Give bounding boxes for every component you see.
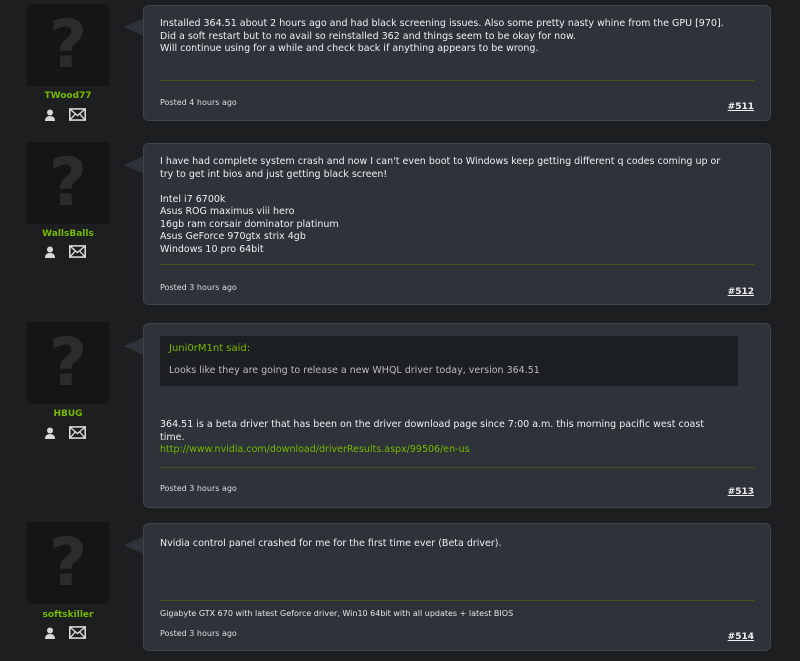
envelope-icon[interactable]	[69, 426, 86, 439]
post-number-link[interactable]: #511	[728, 102, 754, 112]
avatar[interactable]: ?	[27, 142, 109, 224]
driver-link[interactable]: http://www.nvidia.com/download/driverRes…	[160, 444, 754, 457]
user-icon[interactable]	[43, 245, 57, 259]
quote-author[interactable]: Juni0rM1nt said:	[169, 343, 250, 354]
post-bubble: Juni0rM1nt said: Looks like they are goi…	[143, 323, 771, 508]
default-avatar-icon: ?	[48, 524, 88, 601]
post-number-link[interactable]: #514	[728, 632, 754, 642]
username[interactable]: WallsBalls	[27, 229, 109, 239]
avatar[interactable]: ?	[27, 4, 109, 86]
envelope-icon[interactable]	[69, 245, 86, 258]
user-signature: Gigabyte GTX 670 with latest Geforce dri…	[160, 609, 514, 618]
post-bubble: Installed 364.51 about 2 hours ago and h…	[143, 5, 771, 121]
post-message: I have had complete system crash and now…	[160, 156, 721, 255]
posted-time: Posted 3 hours ago	[160, 283, 237, 292]
default-avatar-icon: ?	[48, 6, 88, 83]
envelope-icon[interactable]	[69, 108, 86, 121]
divider	[160, 600, 754, 601]
username[interactable]: TWood77	[27, 91, 109, 101]
user-icon[interactable]	[43, 426, 57, 440]
avatar[interactable]: ?	[27, 522, 109, 604]
default-avatar-icon: ?	[48, 144, 88, 221]
username[interactable]: softskiller	[27, 610, 109, 620]
post-message: Installed 364.51 about 2 hours ago and h…	[160, 18, 724, 54]
username[interactable]: HBUG	[27, 409, 109, 419]
divider	[160, 80, 754, 81]
user-icon[interactable]	[43, 108, 57, 122]
default-avatar-icon: ?	[48, 324, 88, 401]
quote-block: Juni0rM1nt said: Looks like they are goi…	[160, 336, 738, 386]
posted-time: Posted 4 hours ago	[160, 98, 237, 107]
quote-text: Looks like they are going to release a n…	[169, 365, 540, 376]
post-number-link[interactable]: #512	[728, 287, 754, 297]
user-icon[interactable]	[43, 626, 57, 640]
post-number-link[interactable]: #513	[728, 487, 754, 497]
envelope-icon[interactable]	[69, 626, 86, 639]
post-message: Nvidia control panel crashed for me for …	[160, 538, 502, 549]
divider	[160, 467, 754, 468]
posted-time: Posted 3 hours ago	[160, 629, 237, 638]
avatar[interactable]: ?	[27, 322, 109, 404]
post-bubble: I have had complete system crash and now…	[143, 143, 771, 305]
posted-time: Posted 3 hours ago	[160, 484, 237, 493]
post-message: 364.51 is a beta driver that has been on…	[160, 419, 754, 457]
post-bubble: Nvidia control panel crashed for me for …	[143, 523, 771, 651]
divider	[160, 264, 754, 265]
